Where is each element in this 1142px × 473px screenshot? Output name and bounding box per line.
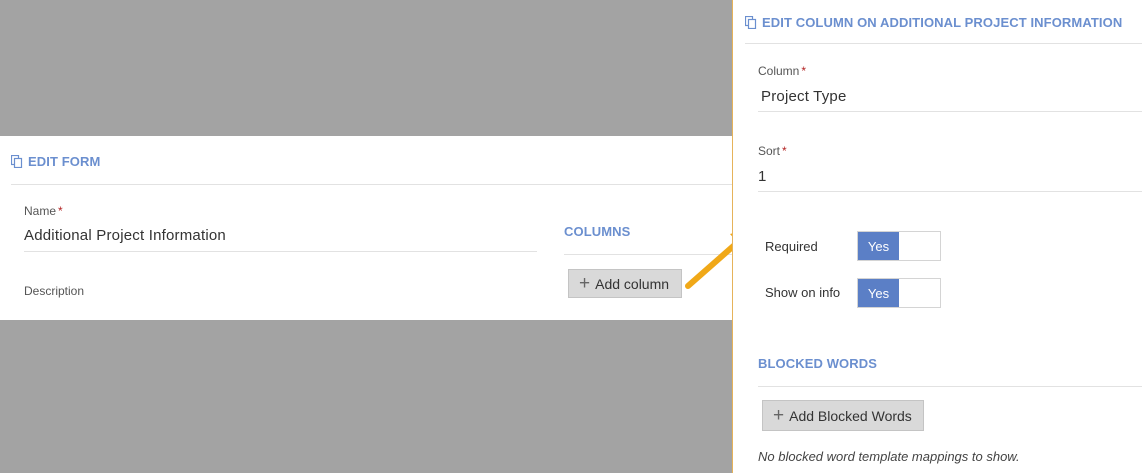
column-underline — [758, 111, 1142, 112]
add-blocked-words-label: Add Blocked Words — [789, 407, 912, 424]
plus-icon: + — [773, 405, 785, 426]
required-toggle[interactable]: Yes — [857, 231, 941, 261]
blocked-words-divider — [758, 386, 1142, 387]
edit-column-divider — [745, 43, 1142, 44]
name-underline — [24, 251, 537, 252]
columns-title: COLUMNS — [564, 224, 631, 239]
empty-message: No blocked word template mappings to sho… — [758, 449, 1020, 464]
add-column-label: Add column — [595, 275, 670, 292]
required-label: Required — [765, 239, 818, 254]
show-on-info-label: Show on info — [765, 285, 841, 300]
show-on-info-toggle[interactable]: Yes — [857, 278, 941, 308]
edit-form-panel: EDIT FORM Name * Additional Project Infor… — [0, 136, 733, 320]
header-divider — [11, 184, 733, 185]
name-field[interactable]: Additional Project Information — [24, 227, 226, 244]
edit-column-title: EDIT COLUMN ON ADDITIONAL PROJECT INFORM… — [762, 15, 1123, 30]
edit-column-panel: EDIT COLUMN ON ADDITIONAL PROJECT INFORM… — [732, 0, 1142, 473]
sort-label: Sort * — [758, 144, 787, 158]
required-toggle-on: Yes — [858, 232, 899, 260]
copy-icon — [11, 155, 23, 168]
add-blocked-words-button[interactable]: + Add Blocked Words — [762, 400, 924, 431]
column-label: Column * — [758, 64, 807, 78]
sort-field[interactable]: 1 — [758, 168, 767, 185]
column-field[interactable]: Project Type — [761, 88, 847, 105]
add-column-button[interactable]: + Add column — [568, 269, 682, 298]
blocked-words-title: BLOCKED WORDS — [758, 356, 878, 371]
sort-underline — [758, 191, 1142, 192]
plus-icon: + — [579, 273, 591, 294]
copy-icon — [745, 16, 757, 29]
edit-column-header: EDIT COLUMN ON ADDITIONAL PROJECT INFORM… — [745, 15, 1122, 30]
name-label: Name * — [24, 204, 63, 218]
edit-form-title: EDIT FORM — [28, 154, 101, 169]
edit-form-header: EDIT FORM — [11, 154, 100, 169]
description-label: Description — [24, 284, 85, 298]
show-on-info-toggle-on: Yes — [858, 279, 899, 307]
